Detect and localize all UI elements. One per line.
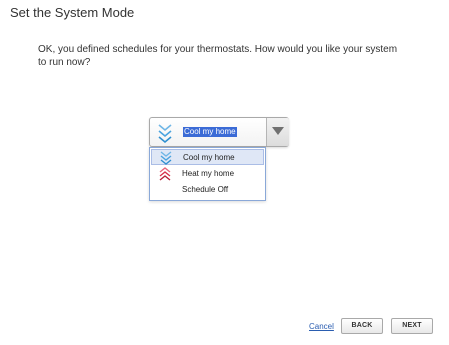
option-cool-my-home[interactable]: Cool my home bbox=[151, 149, 264, 165]
cool-chevrons-icon bbox=[156, 122, 174, 144]
instruction-text: OK, you defined schedules for your therm… bbox=[38, 44, 398, 68]
option-heat-my-home[interactable]: Heat my home bbox=[151, 166, 264, 182]
option-label: Schedule Off bbox=[182, 185, 229, 194]
option-label: Cool my home bbox=[183, 153, 235, 162]
back-button[interactable]: BACK bbox=[341, 318, 383, 334]
next-button[interactable]: NEXT bbox=[391, 318, 433, 334]
dropdown-toggle-button[interactable] bbox=[267, 118, 289, 146]
cool-chevrons-icon bbox=[158, 150, 174, 165]
selected-mode-label: Cool my home bbox=[183, 127, 237, 137]
heat-chevrons-icon bbox=[157, 166, 173, 181]
page-title: Set the System Mode bbox=[10, 5, 135, 20]
option-schedule-off[interactable]: Schedule Off bbox=[151, 182, 264, 198]
system-mode-select[interactable]: Cool my home bbox=[149, 117, 289, 147]
chevron-down-icon bbox=[272, 127, 284, 135]
set-system-mode-page: Set the System Mode OK, you defined sche… bbox=[0, 0, 449, 345]
system-mode-options: Cool my home Heat my home Schedule Off bbox=[149, 147, 266, 201]
option-label: Heat my home bbox=[182, 169, 235, 178]
cancel-link[interactable]: Cancel bbox=[309, 322, 334, 331]
